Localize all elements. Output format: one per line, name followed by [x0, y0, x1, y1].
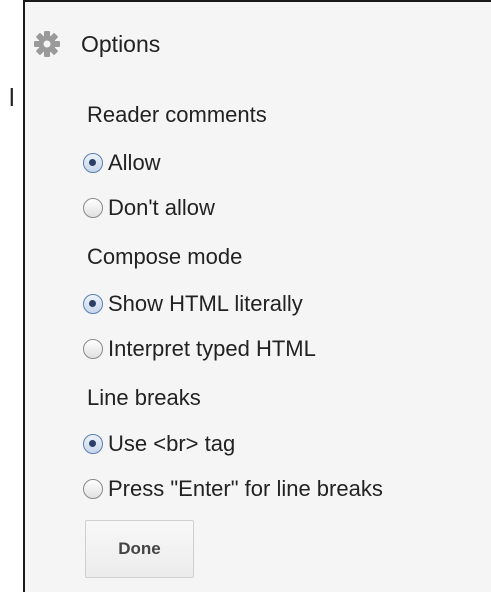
- line-breaks-title: Line breaks: [87, 385, 201, 410]
- radio-button-checked[interactable]: [83, 294, 103, 314]
- options-header: Options: [33, 24, 160, 64]
- radio-button[interactable]: [83, 198, 103, 218]
- options-title: Options: [81, 30, 161, 57]
- radio-button[interactable]: [83, 479, 103, 499]
- radio-press-enter[interactable]: Press "Enter" for line breaks: [83, 476, 383, 502]
- radio-interpret-typed-html[interactable]: Interpret typed HTML: [83, 336, 316, 362]
- radio-interpret-typed-html-label: Interpret typed HTML: [108, 336, 316, 361]
- radio-use-br-tag[interactable]: Use <br> tag: [83, 431, 235, 457]
- radio-dont-allow-label: Don't allow: [108, 195, 215, 220]
- radio-show-html-literally[interactable]: Show HTML literally: [83, 291, 303, 317]
- done-button[interactable]: Done: [85, 520, 194, 578]
- gear-icon: [33, 30, 61, 58]
- radio-dont-allow[interactable]: Don't allow: [83, 195, 215, 221]
- radio-use-br-tag-label: Use <br> tag: [108, 431, 236, 456]
- radio-allow-label: Allow: [108, 150, 161, 175]
- radio-button-checked[interactable]: [83, 434, 103, 454]
- radio-press-enter-label: Press "Enter" for line breaks: [108, 476, 383, 501]
- radio-show-html-literally-label: Show HTML literally: [108, 291, 303, 316]
- edge-text-fragment: l: [9, 84, 15, 112]
- radio-button[interactable]: [83, 339, 103, 359]
- options-panel: Options Reader comments Allow Don't allo…: [23, 0, 491, 592]
- reader-comments-title: Reader comments: [87, 102, 267, 127]
- radio-button-checked[interactable]: [83, 153, 103, 173]
- compose-mode-title: Compose mode: [87, 244, 243, 269]
- radio-allow[interactable]: Allow: [83, 150, 161, 176]
